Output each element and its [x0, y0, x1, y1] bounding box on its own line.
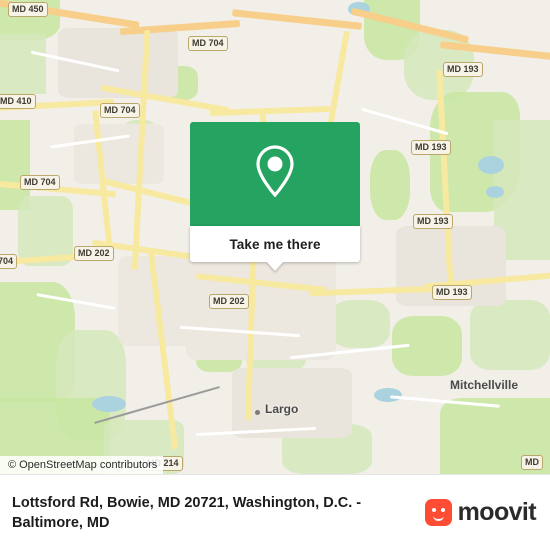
- attribution-text[interactable]: OpenStreetMap contributors: [19, 459, 157, 471]
- water-body: [92, 396, 126, 412]
- road-shield: MD 450: [8, 2, 48, 17]
- location-title: Lottsford Rd, Bowie, MD 20721, Washingto…: [12, 494, 362, 531]
- map-screenshot: MD 450 MD 704 MD 193 MD 410 MD 704 MD 19…: [0, 0, 550, 550]
- road-shield: MD 193: [413, 214, 453, 229]
- place-label-mitchellville: Mitchellville: [450, 378, 519, 392]
- green-area: [370, 150, 410, 220]
- take-me-there-button[interactable]: Take me there: [190, 226, 360, 271]
- map-attribution: © OpenStreetMap contributors: [0, 456, 164, 474]
- road-shield: MD 704: [20, 175, 60, 190]
- moovit-logo[interactable]: moovit: [424, 498, 537, 527]
- road-shield: MD 410: [0, 94, 36, 109]
- copyright-icon: ©: [8, 459, 17, 471]
- footer-bar: Lottsford Rd, Bowie, MD 20721, Washingto…: [0, 474, 550, 550]
- popup-pointer: [266, 261, 284, 271]
- green-area: [470, 300, 550, 370]
- road-shield: 704: [0, 254, 18, 269]
- road-shield: MD: [521, 455, 543, 470]
- road-shield: MD 202: [74, 246, 114, 261]
- place-label-largo: Largo: [265, 402, 299, 416]
- green-area: [330, 300, 390, 348]
- urban-area: [74, 124, 164, 184]
- road-shield: MD 193: [411, 140, 451, 155]
- place-dot: [255, 410, 260, 415]
- location-popup[interactable]: Take me there: [190, 122, 360, 271]
- road-shield: MD 202: [209, 294, 249, 309]
- take-me-there-label: Take me there: [229, 236, 321, 252]
- road-shield: MD 193: [432, 285, 472, 300]
- map-canvas[interactable]: MD 450 MD 704 MD 193 MD 410 MD 704 MD 19…: [0, 0, 550, 474]
- popup-image-area: [190, 122, 360, 226]
- moovit-wordmark: moovit: [457, 498, 537, 526]
- moovit-smiley-icon: [424, 499, 452, 526]
- road-shield: MD 193: [443, 62, 483, 77]
- water-body: [486, 186, 504, 198]
- road-shield: MD 704: [188, 36, 228, 51]
- road-shield: MD 704: [100, 103, 140, 118]
- map-pin-icon: [251, 143, 299, 206]
- green-area: [0, 34, 46, 94]
- water-body: [478, 156, 504, 174]
